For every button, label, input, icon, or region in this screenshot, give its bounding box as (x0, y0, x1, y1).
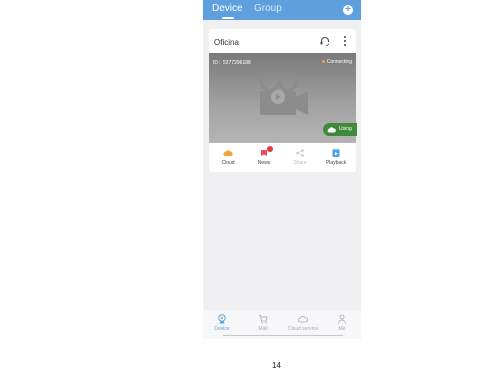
playback-button[interactable]: Playback (319, 145, 353, 172)
tab-group[interactable]: Group (254, 2, 282, 15)
video-camera-icon (259, 70, 308, 115)
cloud-icon (327, 127, 336, 133)
device-icon (218, 314, 226, 324)
notification-badge (267, 146, 273, 152)
status-dot (321, 60, 325, 64)
device-card[interactable]: Oficina ID：5277296188 Connecting Using C… (209, 29, 357, 172)
device-id: ID：5277296188 (213, 60, 251, 66)
home-indicator (223, 335, 343, 336)
cloud-icon (223, 150, 233, 156)
more-options-icon[interactable] (342, 35, 348, 47)
using-label: Using (339, 126, 352, 132)
plus-icon: + (345, 4, 351, 15)
news-button[interactable]: News (247, 145, 281, 172)
top-bar: Device Group + (203, 0, 361, 20)
connection-status: Connecting (321, 59, 352, 65)
cloud-service-icon (298, 315, 308, 323)
status-label: Connecting (326, 59, 352, 65)
user-icon (338, 314, 346, 324)
cloud-using-tag: Using (323, 123, 357, 136)
cart-icon (259, 315, 268, 324)
active-tab-indicator (222, 17, 234, 19)
device-name: Oficina (214, 38, 239, 47)
add-device-button[interactable]: + (343, 5, 353, 15)
tab-device[interactable]: Device (212, 2, 243, 15)
page-number: 14 (272, 361, 281, 370)
app-screen: Device Group + Oficina ID：5277296188 Con… (203, 0, 361, 339)
playback-icon (332, 148, 340, 157)
share-icon (296, 149, 304, 157)
share-button[interactable]: Share (283, 145, 317, 172)
device-actions: Cloud News Share Playback (209, 145, 356, 172)
headset-icon[interactable] (319, 35, 331, 47)
cloud-button[interactable]: Cloud (211, 145, 245, 172)
camera-preview[interactable]: ID：5277296188 Connecting Using (209, 53, 357, 143)
